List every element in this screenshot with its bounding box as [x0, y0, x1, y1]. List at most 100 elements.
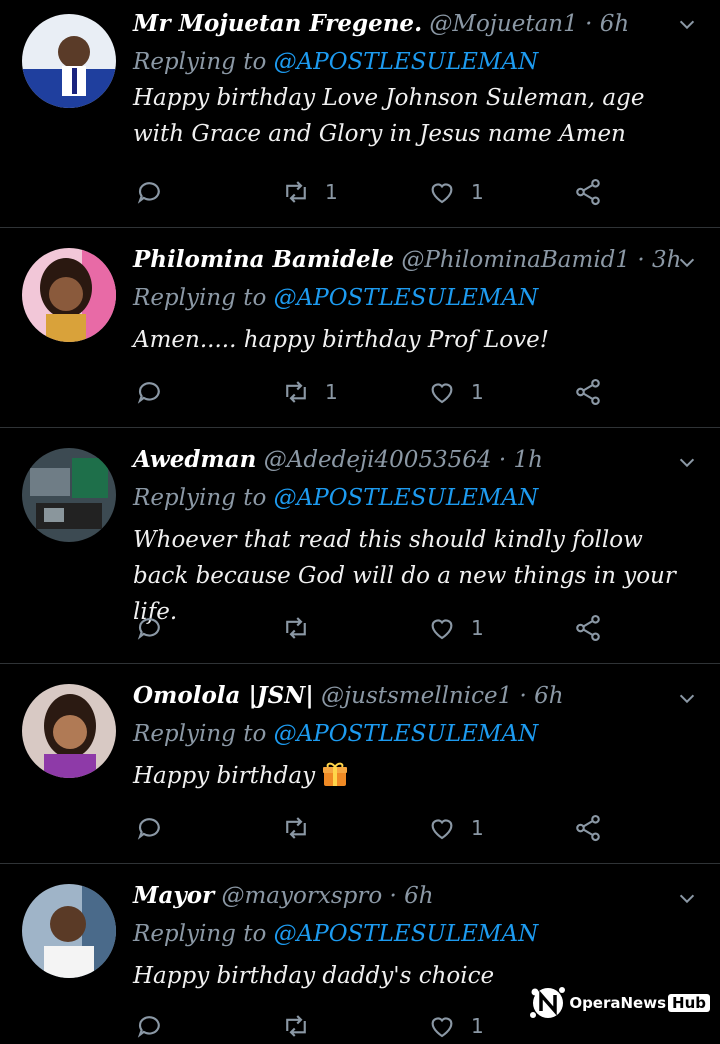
display-name[interactable]: Mr Mojuetan Fregene.: [133, 10, 422, 37]
display-name[interactable]: Mayor: [133, 882, 214, 909]
separator: ·: [585, 11, 593, 37]
chevron-down-icon[interactable]: [676, 252, 698, 274]
like-button[interactable]: 1: [427, 610, 484, 646]
like-count: 1: [471, 616, 484, 640]
tweet-header: Mr Mojuetan Fregene. @Mojuetan1 · 6h: [133, 6, 660, 42]
reply-button[interactable]: [135, 1008, 165, 1044]
reply-button[interactable]: [135, 610, 165, 646]
separator: ·: [637, 247, 645, 273]
operanews-watermark: OperaNews Hub: [527, 982, 710, 1024]
heart-icon: [431, 183, 453, 204]
tweet[interactable]: Awedman @Adedeji40053564 · 1h Replying t…: [0, 428, 720, 664]
action-bar: 1 1: [135, 374, 615, 410]
gift-emoji-icon: [323, 762, 348, 786]
retweet-icon: [286, 817, 306, 839]
heart-icon: [431, 619, 453, 640]
share-icon: [576, 814, 600, 842]
reply-button[interactable]: [135, 374, 165, 410]
watermark-hub: Hub: [668, 994, 710, 1012]
reply-icon: [137, 618, 160, 640]
share-button[interactable]: [573, 374, 603, 410]
tweet-text: Happy birthday: [133, 763, 316, 789]
like-count: 1: [471, 380, 484, 404]
avatar[interactable]: [22, 14, 116, 108]
tweet-header: Awedman @Adedeji40053564 · 1h: [133, 442, 660, 478]
separator: ·: [389, 883, 397, 909]
timestamp[interactable]: 1h: [513, 447, 542, 473]
tweet-header: Mayor @mayorxspro · 6h: [133, 878, 660, 914]
retweet-icon: [286, 181, 306, 203]
reply-button[interactable]: [135, 810, 165, 846]
replying-prefix: Replying to: [133, 49, 267, 75]
like-button[interactable]: 1: [427, 1008, 484, 1044]
mention-link[interactable]: @APOSTLESULEMAN: [274, 49, 539, 75]
user-handle[interactable]: @Mojuetan1: [429, 11, 577, 37]
like-button[interactable]: 1: [427, 174, 484, 210]
separator: ·: [498, 447, 507, 473]
reply-icon: [137, 1016, 160, 1038]
timestamp[interactable]: 6h: [404, 883, 433, 909]
mention-link[interactable]: @APOSTLESULEMAN: [274, 921, 539, 947]
avatar[interactable]: [22, 248, 116, 342]
retweet-icon: [286, 1015, 306, 1037]
retweet-count: 1: [325, 180, 338, 204]
retweet-button[interactable]: [281, 810, 325, 846]
like-button[interactable]: 1: [427, 374, 484, 410]
mention-link[interactable]: @APOSTLESULEMAN: [274, 285, 539, 311]
avatar[interactable]: [22, 448, 116, 542]
retweet-button[interactable]: 1: [281, 174, 338, 210]
timestamp[interactable]: 6h: [534, 683, 563, 709]
display-name[interactable]: Omolola |JSN|: [133, 682, 314, 709]
retweet-icon: [286, 381, 306, 403]
user-handle[interactable]: @PhilominaBamid1: [401, 247, 630, 273]
retweet-button[interactable]: [281, 1008, 325, 1044]
mention-link[interactable]: @APOSTLESULEMAN: [274, 721, 539, 747]
retweet-button[interactable]: [281, 610, 325, 646]
reply-icon: [137, 818, 160, 840]
display-name[interactable]: Philomina Bamidele: [133, 246, 394, 273]
user-handle[interactable]: @justsmellnice1: [321, 683, 512, 709]
replying-to: Replying to @APOSTLESULEMAN: [133, 716, 538, 752]
chevron-down-icon[interactable]: [676, 688, 698, 710]
tweet-header: Philomina Bamidele @PhilominaBamid1 · 3h: [133, 242, 681, 278]
replying-to: Replying to @APOSTLESULEMAN: [133, 280, 538, 316]
replying-prefix: Replying to: [133, 285, 267, 311]
like-button[interactable]: 1: [427, 810, 484, 846]
chevron-down-icon[interactable]: [676, 452, 698, 474]
action-bar: 1: [135, 810, 615, 846]
retweet-count: 1: [325, 380, 338, 404]
tweet[interactable]: Philomina Bamidele @PhilominaBamid1 · 3h…: [0, 228, 720, 428]
tweet[interactable]: Omolola |JSN| @justsmellnice1 · 6h Reply…: [0, 664, 720, 864]
share-icon: [576, 378, 600, 406]
heart-icon: [431, 383, 453, 404]
heart-icon: [431, 1017, 453, 1038]
timestamp[interactable]: 6h: [600, 11, 629, 37]
display-name[interactable]: Awedman: [133, 446, 256, 473]
replying-to: Replying to @APOSTLESULEMAN: [133, 44, 538, 80]
tweet-header: Omolola |JSN| @justsmellnice1 · 6h: [133, 678, 660, 714]
mention-link[interactable]: @APOSTLESULEMAN: [274, 485, 539, 511]
replying-prefix: Replying to: [133, 921, 267, 947]
retweet-icon: [286, 617, 306, 639]
replying-to: Replying to @APOSTLESULEMAN: [133, 916, 538, 952]
reply-icon: [137, 382, 160, 404]
heart-icon: [431, 819, 453, 840]
reply-button[interactable]: [135, 174, 165, 210]
like-count: 1: [471, 180, 484, 204]
user-handle[interactable]: @Adedeji40053564: [264, 447, 492, 473]
tweet[interactable]: Mr Mojuetan Fregene. @Mojuetan1 · 6h Rep…: [0, 0, 720, 228]
tweet-text: Amen..... happy birthday Prof Love!: [133, 327, 549, 353]
avatar[interactable]: [22, 684, 116, 778]
share-icon: [576, 178, 600, 206]
chevron-down-icon[interactable]: [676, 888, 698, 910]
chevron-down-icon[interactable]: [676, 14, 698, 36]
share-button[interactable]: [573, 174, 603, 210]
tweet-text-container: Happy birthday: [133, 758, 680, 794]
replying-prefix: Replying to: [133, 485, 267, 511]
user-handle[interactable]: @mayorxspro: [222, 883, 383, 909]
tweet-text: Happy birthday Love Johnson Suleman, age…: [133, 85, 645, 147]
avatar[interactable]: [22, 884, 116, 978]
retweet-button[interactable]: 1: [281, 374, 338, 410]
share-button[interactable]: [573, 810, 603, 846]
share-button[interactable]: [573, 610, 603, 646]
